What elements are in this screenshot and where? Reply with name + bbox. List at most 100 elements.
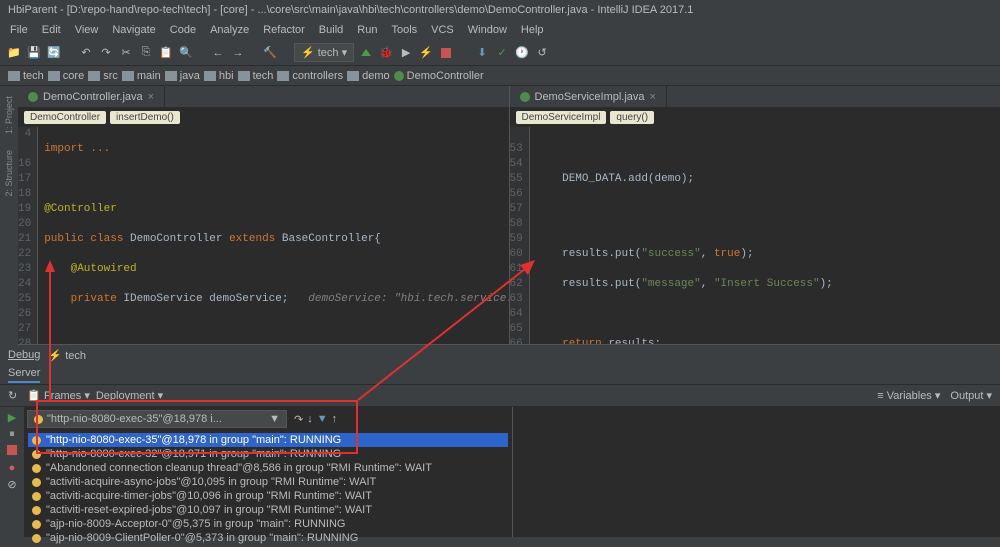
profile-icon[interactable]: ⚡ (418, 45, 434, 61)
forward-icon[interactable]: → (230, 45, 246, 61)
deployment-tab[interactable]: Deployment ▾ (96, 389, 163, 402)
editor-tab[interactable]: DemoServiceImpl.java × (510, 86, 667, 107)
folder-icon (8, 71, 20, 81)
paste-icon[interactable]: 📋 (158, 45, 174, 61)
crumb[interactable]: main (122, 70, 161, 82)
crumb[interactable]: src (88, 70, 118, 82)
breadcrumb-class[interactable]: DemoServiceImpl (516, 111, 607, 124)
menu-analyze[interactable]: Analyze (204, 22, 255, 38)
gutter[interactable]: 4 1617 1819 2021 2223 2425 2627 2829 303… (18, 127, 38, 344)
debug-icon[interactable]: 🐞 (378, 45, 394, 61)
stop-debug-icon[interactable] (7, 445, 17, 458)
menu-edit[interactable]: Edit (36, 22, 67, 38)
folder-icon (347, 71, 359, 81)
vcs-revert-icon[interactable]: ↺ (534, 45, 550, 61)
crumb[interactable]: demo (347, 70, 390, 82)
stop-icon[interactable] (438, 45, 454, 61)
thread-wait-icon (32, 464, 41, 473)
close-icon[interactable]: × (148, 91, 154, 103)
code-editor-right[interactable]: 5354 555657 585960 616263 646566 676869 … (510, 127, 1000, 344)
thread-item[interactable]: "ajp-nio-8009-ClientPoller-0"@5,373 in g… (28, 531, 508, 545)
editor-left: DemoController.java × DemoController ins… (18, 86, 510, 344)
menu-file[interactable]: File (4, 22, 34, 38)
folder-icon (238, 71, 250, 81)
crumb[interactable]: core (48, 70, 84, 82)
vcs-update-icon[interactable]: ⬇ (474, 45, 490, 61)
restart-icon[interactable]: ↻ (8, 389, 17, 402)
debug-config-tab[interactable]: ⚡ tech (48, 349, 86, 362)
thread-item[interactable]: "ajp-nio-8009-Acceptor-0"@5,375 in group… (28, 517, 508, 531)
breadcrumb-class[interactable]: DemoController (24, 111, 106, 124)
find-icon[interactable]: 🔍 (178, 45, 194, 61)
project-tool[interactable]: 1: Project (3, 92, 15, 138)
breadcrumb-method[interactable]: query() (610, 111, 654, 124)
thread-item[interactable]: "Abandoned connection cleanup thread"@8,… (28, 461, 508, 475)
menu-tools[interactable]: Tools (385, 22, 423, 38)
mute-breakpoints-icon[interactable]: ⊘ (7, 478, 16, 491)
close-icon[interactable]: × (650, 91, 656, 103)
run-config[interactable]: ⚡ tech ▾ (294, 43, 354, 62)
back-icon[interactable]: ← (210, 45, 226, 61)
debug-panel: Debug ⚡ tech Server ↻ 📋 Frames ▾ Deploym… (0, 344, 1000, 537)
crumb[interactable]: DemoController (394, 70, 484, 82)
cut-icon[interactable]: ✂ (118, 45, 134, 61)
variables-pane[interactable] (512, 407, 1000, 537)
undo-icon[interactable]: ↶ (78, 45, 94, 61)
build-icon[interactable]: 🔨 (262, 45, 278, 61)
step-into-icon[interactable]: ↓ (307, 413, 313, 425)
view-breakpoints-icon[interactable]: ● (9, 462, 16, 474)
server-tab[interactable]: Server (8, 367, 40, 383)
filter-icon[interactable]: ▼ (317, 413, 328, 425)
vcs-commit-icon[interactable]: ✓ (494, 45, 510, 61)
thread-item[interactable]: "activiti-reset-expired-jobs"@10,097 in … (28, 503, 508, 517)
run-icon[interactable] (358, 45, 374, 61)
resume-icon[interactable]: ▶ (8, 411, 16, 424)
menu-help[interactable]: Help (515, 22, 550, 38)
thread-item[interactable]: "http-nio-8080-exec-32"@18,971 in group … (28, 447, 508, 461)
editor-tabbar-right: DemoServiceImpl.java × (510, 86, 1000, 108)
vcs-history-icon[interactable]: 🕐 (514, 45, 530, 61)
frames-tab[interactable]: 📋 Frames ▾ (27, 389, 90, 402)
titlebar: HbiParent - [D:\repo-hand\repo-tech\tech… (0, 0, 1000, 20)
folder-icon (204, 71, 216, 81)
redo-icon[interactable]: ↷ (98, 45, 114, 61)
menu-vcs[interactable]: VCS (425, 22, 460, 38)
step-out-icon[interactable]: ↑ (332, 413, 338, 425)
crumb[interactable]: controllers (277, 70, 343, 82)
menu-window[interactable]: Window (462, 22, 513, 38)
sync-icon[interactable]: 🔄 (46, 45, 62, 61)
crumb[interactable]: hbi (204, 70, 234, 82)
coverage-icon[interactable]: ▶ (398, 45, 414, 61)
thread-item[interactable]: "activiti-acquire-timer-jobs"@10,096 in … (28, 489, 508, 503)
crumb[interactable]: tech (238, 70, 274, 82)
menu-navigate[interactable]: Navigate (106, 22, 161, 38)
code-editor-left[interactable]: 4 1617 1819 2021 2223 2425 2627 2829 303… (18, 127, 509, 344)
thread-item[interactable]: "activiti-acquire-async-jobs"@10,095 in … (28, 475, 508, 489)
structure-tool[interactable]: 2: Structure (3, 146, 15, 201)
menu-code[interactable]: Code (164, 22, 202, 38)
open-icon[interactable]: 📁 (6, 45, 22, 61)
crumb[interactable]: tech (8, 70, 44, 82)
step-over-icon[interactable]: ↷ (294, 413, 303, 426)
pause-icon[interactable]: ⏸ (9, 428, 15, 441)
breadcrumb-bar: tech core src main java hbi tech control… (0, 66, 1000, 86)
menu-build[interactable]: Build (313, 22, 349, 38)
menu-run[interactable]: Run (351, 22, 383, 38)
thread-selector[interactable]: "http-nio-8080-exec-35"@18,978 i... ▼ (27, 410, 287, 428)
breadcrumb-method[interactable]: insertDemo() (110, 111, 180, 124)
save-icon[interactable]: 💾 (26, 45, 42, 61)
gutter[interactable]: 5354 555657 585960 616263 646566 676869 … (510, 127, 530, 344)
editor-tab[interactable]: DemoController.java × (18, 86, 165, 107)
variables-tab[interactable]: ≡ Variables ▾ (877, 389, 940, 402)
menu-view[interactable]: View (69, 22, 105, 38)
copy-icon[interactable]: ⎘ (138, 45, 154, 61)
thread-item[interactable]: "http-nio-8080-exec-35"@18,978 in group … (28, 433, 508, 447)
output-tab[interactable]: Output ▾ (950, 389, 992, 402)
thread-running-icon (32, 436, 41, 445)
menu-refactor[interactable]: Refactor (257, 22, 311, 38)
crumb[interactable]: java (165, 70, 200, 82)
thread-wait-icon (32, 506, 41, 515)
class-icon (28, 92, 38, 102)
debug-tab[interactable]: Debug (8, 349, 40, 361)
menubar: File Edit View Navigate Code Analyze Ref… (0, 20, 1000, 40)
